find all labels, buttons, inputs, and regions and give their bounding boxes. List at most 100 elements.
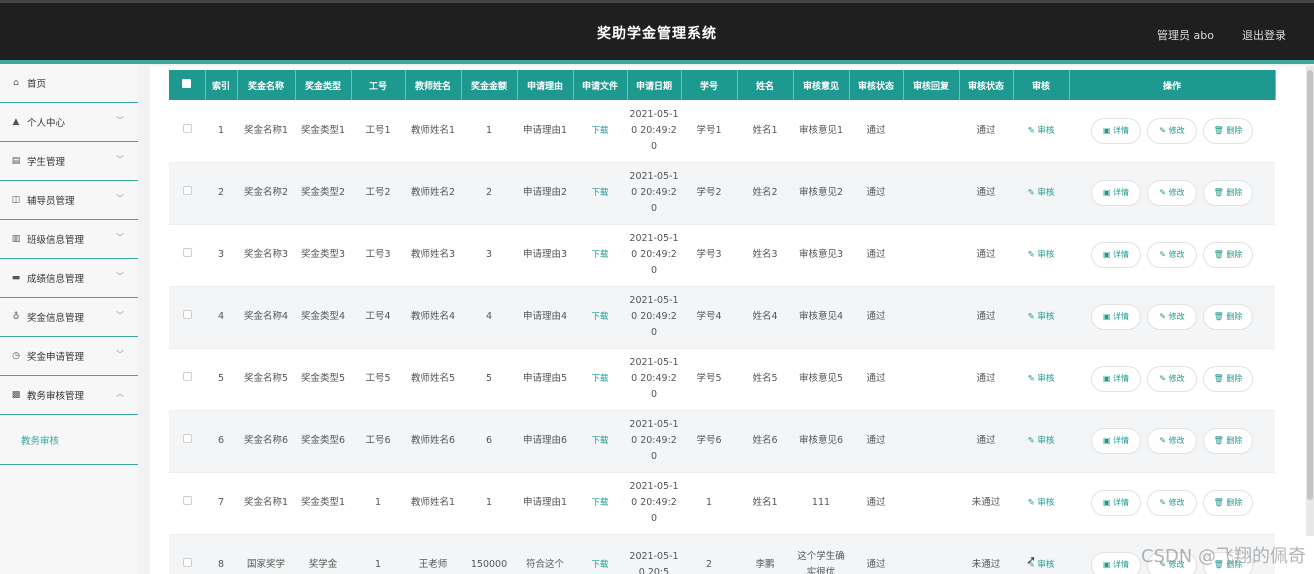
- detail-button[interactable]: ▣ 详情: [1091, 242, 1141, 268]
- edit-button[interactable]: ✎ 修改: [1147, 242, 1197, 268]
- row-select-cell[interactable]: [169, 100, 205, 163]
- cell-type: 奖金类型4: [295, 286, 351, 349]
- row-checkbox[interactable]: [182, 248, 192, 257]
- column-header[interactable]: 审核状态: [959, 70, 1014, 100]
- sidebar-item-class-management[interactable]: ▥ 班级信息管理 ﹀: [0, 220, 138, 259]
- column-header[interactable]: 申请理由: [517, 70, 574, 100]
- download-link[interactable]: 下载: [591, 560, 608, 570]
- column-header[interactable]: 申请日期: [627, 70, 682, 100]
- sidebar-item-student-management[interactable]: ▤ 学生管理 ﹀: [0, 142, 138, 181]
- delete-button[interactable]: 🗑 删除: [1203, 304, 1253, 330]
- cell-reason: 申请理由1: [517, 472, 573, 535]
- audit-button[interactable]: ✎ 审核: [1028, 436, 1055, 446]
- column-header[interactable]: 操作: [1069, 70, 1276, 100]
- audit-cell: ✎ 审核: [1013, 224, 1069, 287]
- column-header[interactable]: 审核意见: [793, 70, 850, 100]
- delete-button[interactable]: 🗑 删除: [1203, 117, 1253, 144]
- sidebar: ⌂ 首页 ▲ 个人中心 ﹀ ▤ 学生管理 ﹀ ◫ 辅导员管理 ﹀ ▥ 班级信息管理 ﹀ ▬ 成绩信息…: [0, 64, 138, 574]
- edit-button[interactable]: ✎ 修改: [1147, 490, 1197, 516]
- detail-button[interactable]: ▣ 详情: [1091, 552, 1141, 574]
- row-checkbox[interactable]: [182, 558, 192, 567]
- cell-opinion: 审核意见2: [793, 162, 849, 225]
- sidebar-subitem-academic-audit[interactable]: 教务审核: [0, 415, 138, 465]
- column-header[interactable]: 学号: [681, 70, 738, 100]
- cell-reply: [903, 348, 959, 411]
- column-header[interactable]: 奖金名称: [237, 70, 296, 100]
- row-select-cell[interactable]: [169, 162, 205, 225]
- select-all-checkbox[interactable]: [182, 79, 192, 88]
- audit-button[interactable]: ✎ 审核: [1028, 498, 1055, 508]
- sidebar-item-bonus-application-management[interactable]: ◷ 奖金申请管理 ﹀: [0, 337, 138, 376]
- detail-button[interactable]: ▣ 详情: [1091, 490, 1141, 516]
- cell-idx: 4: [205, 286, 237, 349]
- row-select-cell[interactable]: [169, 472, 205, 535]
- sidebar-item-academic-audit-management[interactable]: ▩ 教务审核管理 ︿: [0, 376, 138, 415]
- select-all-header[interactable]: [169, 70, 206, 100]
- edit-button[interactable]: ✎ 修改: [1147, 428, 1197, 454]
- row-checkbox[interactable]: [182, 123, 192, 133]
- row-checkbox[interactable]: [182, 496, 192, 505]
- row-select-cell[interactable]: [169, 224, 205, 287]
- download-link[interactable]: 下载: [591, 436, 608, 446]
- download-link[interactable]: 下载: [591, 188, 608, 198]
- detail-button[interactable]: ▣ 详情: [1091, 428, 1141, 454]
- row-select-cell[interactable]: [169, 534, 205, 574]
- row-checkbox[interactable]: [182, 372, 192, 381]
- column-header[interactable]: 教师姓名: [405, 70, 462, 100]
- cell-amount: 3: [461, 224, 517, 287]
- scrollbar-thumb[interactable]: [1307, 70, 1313, 500]
- delete-button[interactable]: 🗑 删除: [1203, 490, 1253, 516]
- edit-button[interactable]: ✎ 修改: [1147, 366, 1197, 392]
- audit-button[interactable]: ✎ 审核: [1028, 374, 1055, 384]
- column-header[interactable]: 申请文件: [573, 70, 628, 100]
- table-row: 5 奖金名称5 奖金类型5 工号5 教师姓名5 5 申请理由5 下载 2021-05-10 20…: [169, 348, 1275, 411]
- column-header[interactable]: 审核回复: [903, 70, 960, 100]
- column-header[interactable]: 索引: [205, 70, 238, 100]
- column-header[interactable]: 奖金金额: [461, 70, 518, 100]
- column-header[interactable]: 审核状态: [849, 70, 904, 100]
- row-select-cell[interactable]: [169, 348, 205, 411]
- row-checkbox[interactable]: [182, 186, 192, 195]
- chevron-down-icon: ﹀: [116, 272, 124, 281]
- delete-button[interactable]: 🗑 删除: [1203, 366, 1253, 392]
- download-link[interactable]: 下载: [591, 374, 608, 384]
- delete-button[interactable]: 🗑 删除: [1203, 428, 1253, 454]
- table-row: 1 奖金名称1 奖金类型1 工号1 教师姓名1 1 申请理由1 下载 2021-05-10 20…: [169, 100, 1275, 163]
- sidebar-item-personal-center[interactable]: ▲ 个人中心 ﹀: [0, 103, 138, 142]
- edit-button[interactable]: ✎ 修改: [1147, 180, 1197, 206]
- audit-button[interactable]: ✎ 审核: [1028, 250, 1055, 260]
- sidebar-item-label: 辅导员管理: [27, 196, 75, 207]
- grid-icon: ▩: [11, 390, 21, 400]
- audit-button[interactable]: ✎ 审核: [1028, 188, 1055, 198]
- detail-button[interactable]: ▣ 详情: [1091, 117, 1141, 144]
- audit-cell: ✎ 审核: [1013, 348, 1069, 411]
- download-link[interactable]: 下载: [591, 250, 608, 260]
- row-select-cell[interactable]: [169, 286, 205, 349]
- column-header[interactable]: 姓名: [737, 70, 794, 100]
- delete-button[interactable]: 🗑 删除: [1203, 242, 1253, 268]
- row-checkbox[interactable]: [182, 310, 192, 319]
- sidebar-item-score-management[interactable]: ▬ 成绩信息管理 ﹀: [0, 259, 138, 298]
- audit-button[interactable]: ✎ 审核: [1028, 126, 1055, 136]
- sidebar-item-bonus-info-management[interactable]: ♁ 奖金信息管理 ﹀: [0, 298, 138, 337]
- column-header[interactable]: 奖金类型: [295, 70, 352, 100]
- detail-button[interactable]: ▣ 详情: [1091, 180, 1141, 206]
- sidebar-item-counselor-management[interactable]: ◫ 辅导员管理 ﹀: [0, 181, 138, 220]
- row-select-cell[interactable]: [169, 410, 205, 473]
- column-header[interactable]: 审核: [1013, 70, 1070, 100]
- download-link[interactable]: 下载: [591, 312, 608, 322]
- sidebar-item-home[interactable]: ⌂ 首页: [0, 64, 138, 103]
- delete-button[interactable]: 🗑 删除: [1203, 180, 1253, 206]
- detail-button[interactable]: ▣ 详情: [1091, 366, 1141, 392]
- audit-button[interactable]: ✎ 审核: [1028, 312, 1055, 322]
- cell-date: 2021-05-10 20:49:20: [627, 410, 681, 473]
- edit-button[interactable]: ✎ 修改: [1147, 117, 1197, 144]
- cell-teacher: 教师姓名5: [405, 348, 461, 411]
- download-link[interactable]: 下载: [591, 498, 608, 508]
- download-link[interactable]: 下载: [591, 126, 608, 136]
- row-checkbox[interactable]: [182, 434, 192, 443]
- column-header[interactable]: 工号: [351, 70, 406, 100]
- detail-button[interactable]: ▣ 详情: [1091, 304, 1141, 330]
- logout-link[interactable]: 退出登录: [1242, 27, 1286, 43]
- edit-button[interactable]: ✎ 修改: [1147, 304, 1197, 330]
